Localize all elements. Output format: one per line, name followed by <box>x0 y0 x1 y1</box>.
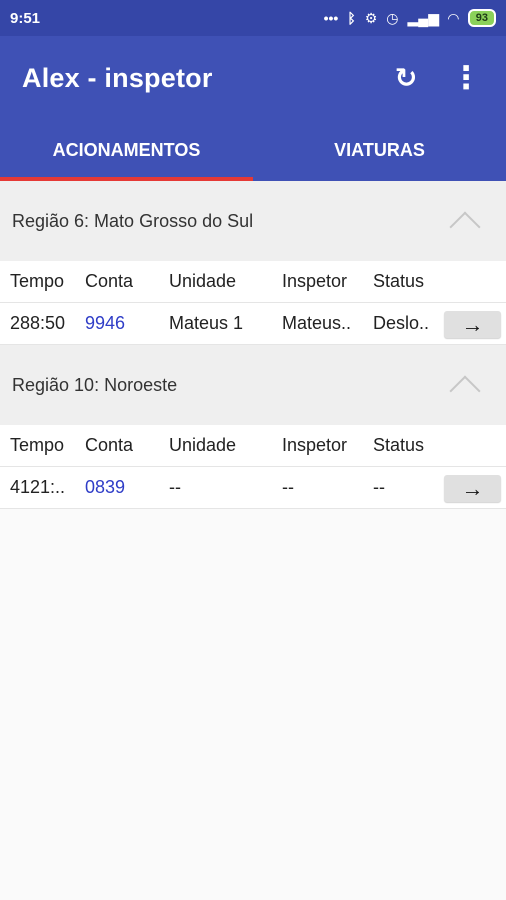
tab-acionamentos[interactable]: ACIONAMENTOS <box>0 120 253 181</box>
column-header-inspetor: Inspetor <box>282 435 348 455</box>
arrow-right-icon: → <box>461 311 484 337</box>
column-header-status: Status <box>373 271 425 291</box>
region-section-10: Região 10: Noroeste Tempo Conta Unidade … <box>0 345 506 509</box>
more-vert-icon[interactable]: ⋮ <box>448 60 484 96</box>
conta-link[interactable]: 9946 <box>75 313 159 334</box>
column-header-inspetor: Inspetor <box>282 271 348 291</box>
accounts-table: Tempo Conta Unidade Inspetor Status 288:… <box>0 261 506 345</box>
chevron-up-icon[interactable] <box>449 211 481 243</box>
status-time: 9:51 <box>10 9 41 27</box>
unidade-cell: Mateus 1 <box>169 313 244 333</box>
settings-off-icon: ⚙ <box>364 9 378 26</box>
content: Região 6: Mato Grosso do Sul Tempo Conta… <box>0 181 506 509</box>
unidade-cell: -- <box>169 477 181 497</box>
region-title: Região 10: Noroeste <box>12 374 178 395</box>
tab-acionamentos-label: ACIONAMENTOS <box>52 140 201 160</box>
chevron-up-icon[interactable] <box>449 375 481 407</box>
table-row: 288:50 9946 Mateus 1 Mateus.. Deslo.. → <box>0 303 506 345</box>
alarm-icon: ◷ <box>386 9 399 26</box>
app-title: Alex - inspetor <box>22 62 213 93</box>
region-header-10[interactable]: Região 10: Noroeste <box>0 345 506 425</box>
accounts-table: Tempo Conta Unidade Inspetor Status 4121… <box>0 425 506 509</box>
table-header-row: Tempo Conta Unidade Inspetor Status <box>0 261 506 303</box>
dots-icon: ••• <box>323 10 339 26</box>
column-header-unidade: Unidade <box>169 435 237 455</box>
arrow-right-button[interactable]: → <box>444 475 501 502</box>
column-header-unidade: Unidade <box>169 271 237 291</box>
region-title: Região 6: Mato Grosso do Sul <box>12 210 254 231</box>
arrow-right-button[interactable]: → <box>444 311 501 338</box>
tempo-cell: 4121:.. <box>10 477 66 497</box>
table-header-row: Tempo Conta Unidade Inspetor Status <box>0 425 506 467</box>
inspetor-cell: Mateus.. <box>282 313 352 333</box>
status-bar: 9:51 ••• ᛒ ⚙ ◷ ▂▄▆ ◠ 93 <box>0 0 506 36</box>
wifi-icon: ◠ <box>447 9 459 26</box>
column-header-tempo: Tempo <box>10 271 65 291</box>
conta-link[interactable]: 0839 <box>75 477 159 498</box>
status-icons: ••• ᛒ ⚙ ◷ ▂▄▆ ◠ 93 <box>324 9 496 27</box>
refresh-icon[interactable]: ↻ <box>388 60 424 96</box>
app-actions: ↻ ⋮ <box>388 60 484 96</box>
tab-viaturas[interactable]: VIATURAS <box>253 120 506 181</box>
inspetor-cell: -- <box>282 477 294 497</box>
region-section-6: Região 6: Mato Grosso do Sul Tempo Conta… <box>0 181 506 345</box>
status-cell: -- <box>373 477 385 497</box>
status-cell: Deslo.. <box>373 313 430 333</box>
column-header-tempo: Tempo <box>10 435 65 455</box>
tempo-cell: 288:50 <box>10 313 66 333</box>
battery-icon: 93 <box>467 9 496 27</box>
app-bar: Alex - inspetor ↻ ⋮ <box>0 36 506 120</box>
column-header-conta: Conta <box>85 435 134 455</box>
region-header-6[interactable]: Região 6: Mato Grosso do Sul <box>0 181 506 261</box>
signal-icon: ▂▄▆ <box>407 9 439 26</box>
tab-viaturas-label: VIATURAS <box>334 140 425 160</box>
bluetooth-icon: ᛒ <box>347 10 356 26</box>
column-header-conta: Conta <box>85 271 134 291</box>
tab-bar: ACIONAMENTOS VIATURAS <box>0 120 506 181</box>
table-row: 4121:.. 0839 -- -- -- → <box>0 467 506 509</box>
arrow-right-icon: → <box>461 475 484 501</box>
column-header-status: Status <box>373 435 425 455</box>
